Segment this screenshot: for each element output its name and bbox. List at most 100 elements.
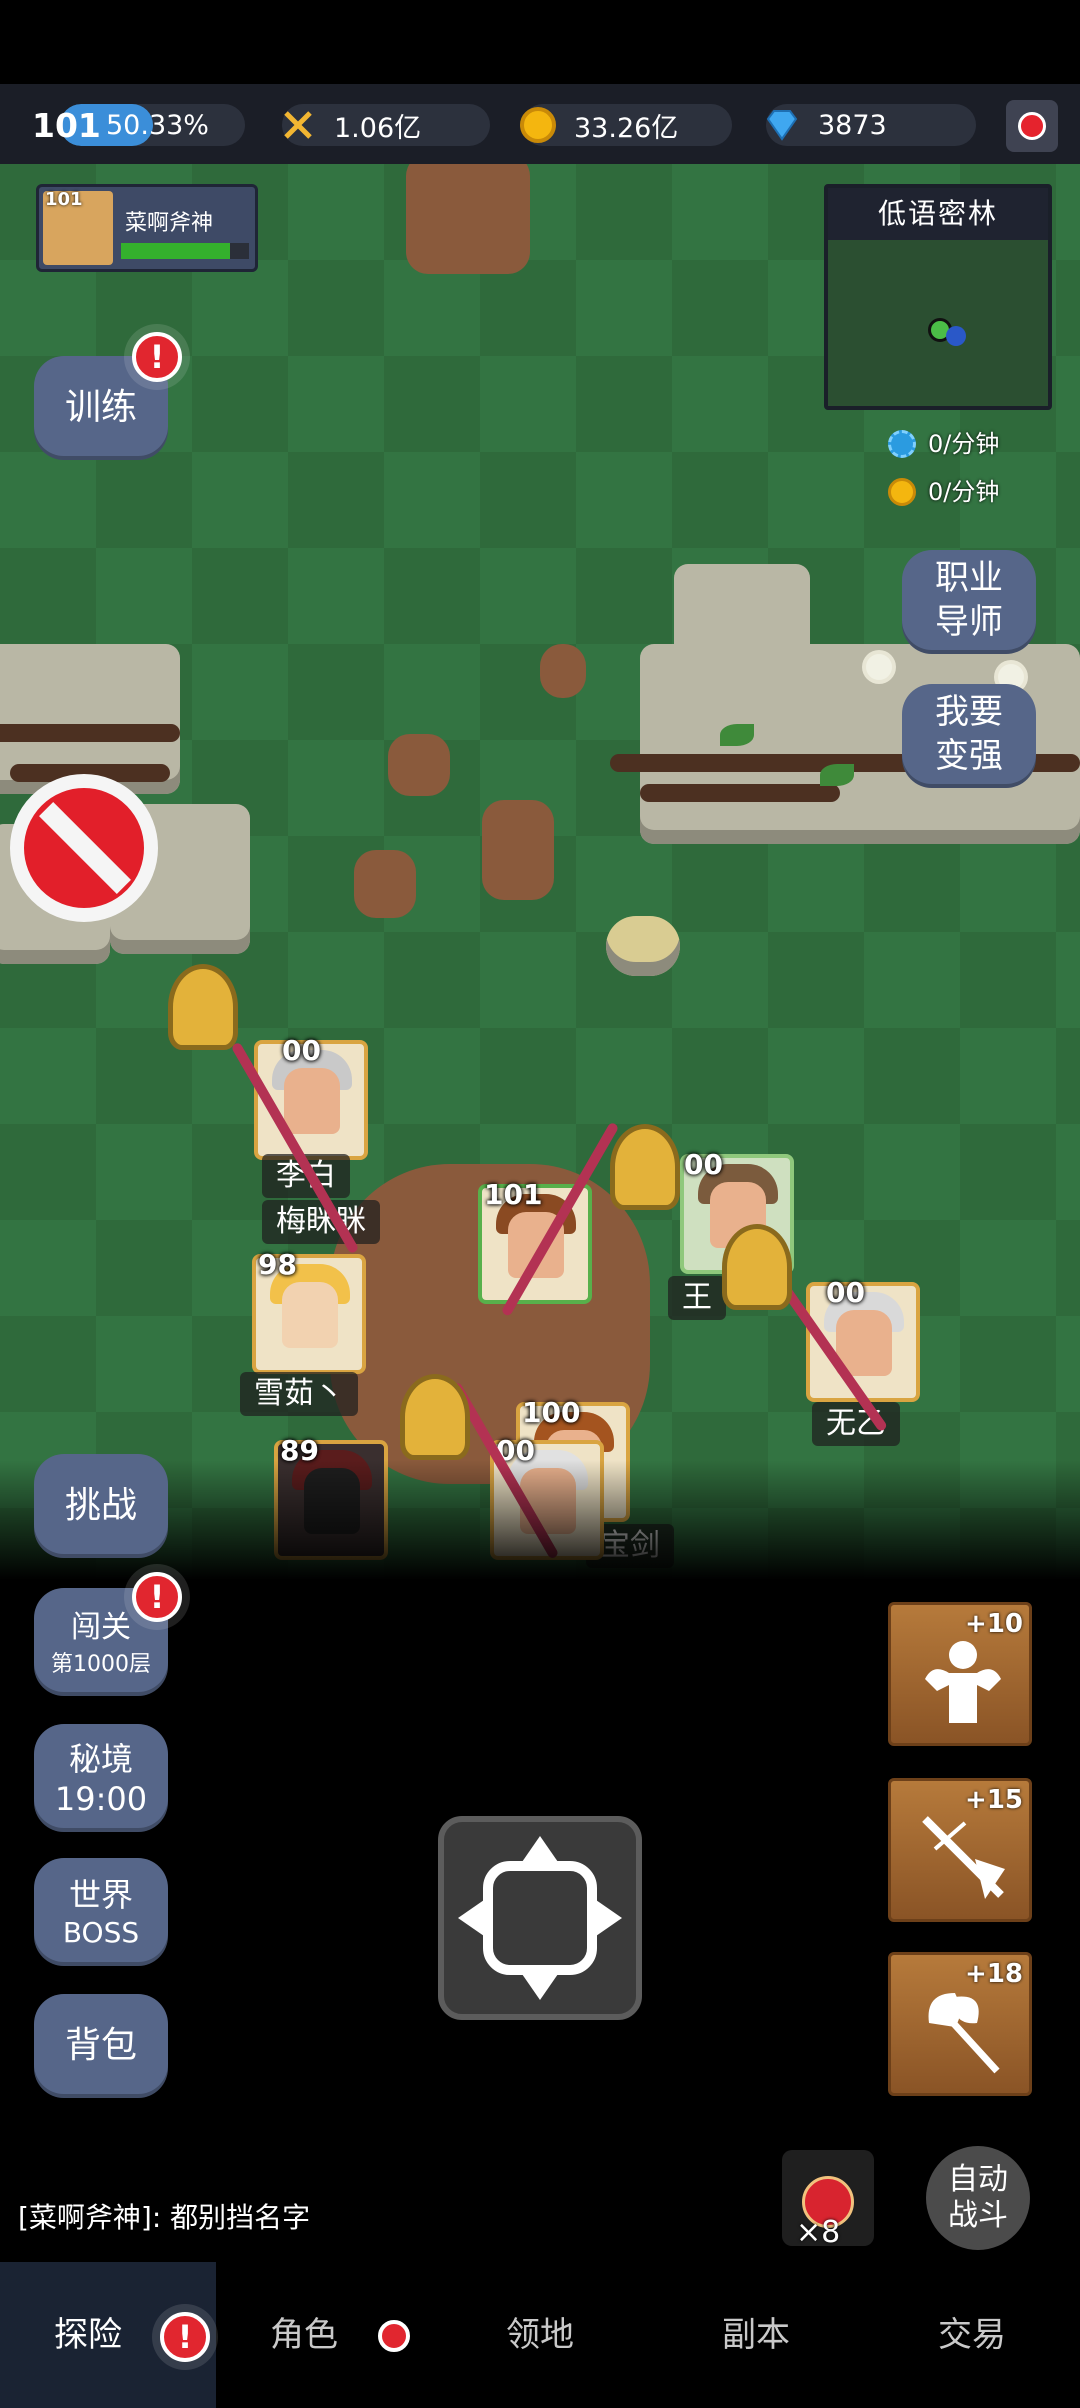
no-entry-bar [39,802,131,894]
tab-trade-label: 交易 [938,2315,1006,2355]
movement-joystick[interactable] [438,1816,642,2020]
boulder [606,916,680,976]
dirt-patch [388,734,450,796]
challenge-label: 挑战 [64,1485,137,1526]
train-alert-icon: ! [132,332,182,382]
hero-level: 00 [684,1148,723,1181]
dirt-patch [540,644,586,698]
player-avatar: 101 [43,189,113,265]
tab-character[interactable]: 角色 [216,2262,432,2408]
player-avatar-level: 101 [45,189,83,210]
minimap-title: 低语密林 [828,188,1048,240]
bag-label: 背包 [64,2025,137,2066]
gold-coin-icon [888,478,916,506]
tab-trade[interactable]: 交易 [864,2262,1080,2408]
combat-power: 1.06亿 [282,104,490,146]
get-stronger-button[interactable]: 我要 变强 [902,684,1036,788]
hero-name: 梅眯眯 [262,1200,380,1244]
tab-explore[interactable]: 探险 ! [0,2262,216,2408]
hero-name: 王 [668,1276,726,1320]
bag-button[interactable]: 背包 [34,1994,168,2098]
skill-spear[interactable]: +15 [888,1778,1032,1922]
auto-battle-line1: 自动 [948,2162,1008,2197]
exp-percent: 50.33% [106,109,209,141]
map-marker-icon [946,326,966,346]
stage-alert-icon: ! [132,1572,182,1622]
exp-gear-icon [888,430,916,458]
auto-battle-button[interactable]: 自动 战斗 [926,2146,1030,2250]
character-alert-dot [378,2320,410,2352]
hero-level: 00 [826,1276,865,1309]
no-entry-icon[interactable] [10,774,158,922]
challenge-button[interactable]: 挑战 [34,1454,168,1558]
axe-weapon [168,964,238,1050]
crossed-swords-icon [284,111,312,139]
muscle-icon [925,1641,1001,1723]
gem-counter: 3873 [766,104,976,146]
leaf [820,764,854,786]
flower [866,654,892,680]
potion-count: ×8 [796,2215,841,2250]
gold-coin-icon [520,107,556,143]
player-hp-bar [121,243,249,259]
hero-level: 00 [282,1034,321,1067]
get-stronger-line2: 变强 [935,736,1003,776]
vine [640,784,840,802]
record-icon [1018,112,1046,140]
auto-battle-line2: 战斗 [948,2198,1008,2233]
secret-realm-title: 秘境 [68,1740,133,1778]
tab-character-label: 角色 [270,2315,338,2355]
combat-power-value: 1.06亿 [334,112,422,144]
axe-weapon [400,1374,470,1460]
world-boss-sub: BOSS [62,1916,140,1949]
record-button[interactable] [1006,100,1058,152]
spear-strike-icon [922,1816,1005,1899]
potion-button[interactable]: ×8 [782,2150,874,2250]
tab-territory[interactable]: 领地 [432,2262,648,2408]
game-screen: { "top_bar": { "level": "101", "exp_perc… [0,0,1080,2408]
class-mentor-line1: 职业 [935,558,1003,598]
hero-name: 雪茹丶 [240,1372,358,1416]
skill-axe[interactable]: +18 [888,1952,1032,2096]
hero-face [284,1068,340,1134]
hero-face [282,1282,338,1348]
gold-counter: 33.26亿 [520,104,732,146]
dirt-patch [406,164,530,274]
player-level: 101 [32,106,101,145]
exp-rate-value: 0/分钟 [928,430,1000,458]
dirt-patch [354,850,416,918]
skill-strength[interactable]: +10 [888,1602,1032,1746]
train-label: 训练 [64,387,137,428]
battle-axe-icon [928,1993,1000,2074]
get-stronger-line1: 我要 [935,692,1003,732]
gold-value: 33.26亿 [574,112,679,144]
tab-dungeon-label: 副本 [722,2315,790,2355]
hero-portrait[interactable]: 98 [252,1248,366,1374]
tab-territory-label: 领地 [506,2315,574,2355]
axe-weapon [722,1224,792,1310]
tab-dungeon[interactable]: 副本 [648,2262,864,2408]
player-name: 菜啊斧神 [125,211,214,236]
move-arrows-icon [458,1836,622,2000]
world-boss-button[interactable]: 世界 BOSS [34,1858,168,1966]
dirt-patch [482,800,554,900]
stage-floor: 第1000层 [51,1652,151,1677]
gold-rate-value: 0/分钟 [928,478,1000,506]
gem-value: 3873 [818,109,887,141]
class-mentor-button[interactable]: 职业 导师 [902,550,1036,654]
hero-level: 101 [484,1178,543,1211]
class-mentor-line2: 导师 [935,602,1003,642]
chat-message[interactable]: [菜啊斧神]: 都别挡名字 [18,2196,310,2236]
world-boss-title: 世界 [68,1876,133,1914]
hero-level: 98 [258,1248,297,1281]
minimap[interactable]: 低语密林 [824,184,1052,410]
player-hp-fill [121,243,230,259]
player-card[interactable]: 101 菜啊斧神 [36,184,258,272]
secret-realm-time: 19:00 [54,1780,148,1818]
secret-realm-button[interactable]: 秘境 19:00 [34,1724,168,1832]
hero-name: 无乙 [812,1402,900,1446]
exp-rate: 0/分钟 [888,426,1000,462]
hero-level: 100 [522,1396,581,1429]
explore-alert-icon: ! [160,2312,210,2362]
gold-rate: 0/分钟 [888,474,1000,510]
